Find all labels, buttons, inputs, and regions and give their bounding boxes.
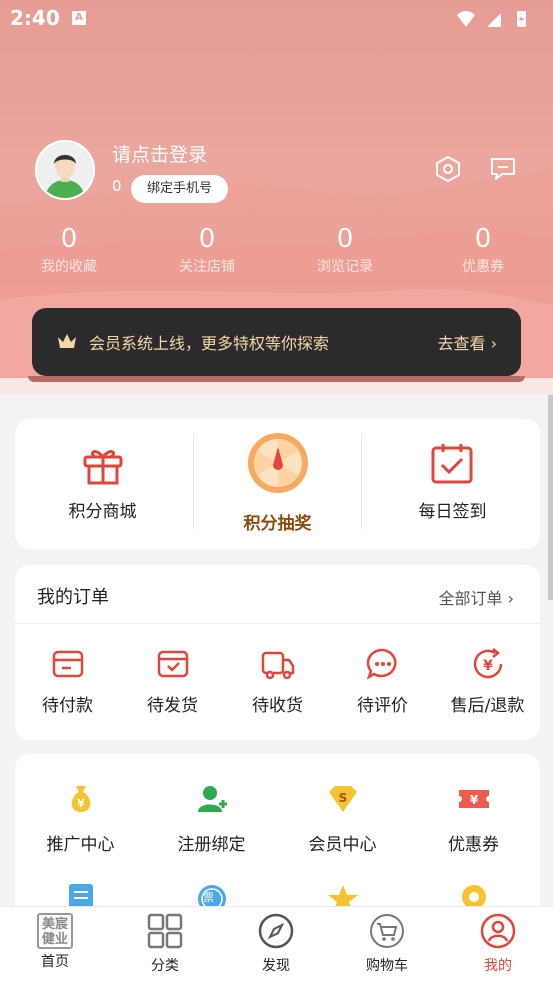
settings-icon[interactable] (433, 154, 463, 184)
status-icons (457, 11, 526, 27)
stat-favorites[interactable]: 0 我的收藏 (0, 222, 138, 278)
money-bag-icon: ¥ (71, 786, 90, 812)
order-label: 待收货 (252, 696, 303, 716)
diamond-icon: S (328, 786, 357, 812)
wifi-icon (457, 11, 475, 27)
member-center-button[interactable]: S 会员中心 (277, 782, 408, 855)
login-prompt[interactable]: 请点击登录 (112, 140, 207, 167)
featured-label: 积分商城 (68, 502, 137, 522)
cart-icon (370, 914, 404, 948)
orders-card: 我的订单 全部订单 › 待付款 待发货 待收货 待评价 ¥ 售后/退款 (15, 565, 540, 740)
divider (361, 433, 362, 529)
promotion-center-button[interactable]: ¥ 推广中心 (15, 782, 146, 855)
stat-label: 浏览记录 (317, 259, 373, 275)
tool-label: 会员中心 (308, 835, 377, 855)
tab-label: 首页 (41, 954, 69, 970)
ticket-icon: ¥ (458, 790, 489, 808)
avatar[interactable] (35, 140, 95, 200)
svg-text:S: S (338, 791, 347, 805)
calendar-check-icon (431, 444, 473, 484)
svg-text:¥: ¥ (77, 797, 85, 810)
tab-cart[interactable]: 购物车 (332, 913, 442, 975)
svg-text:¥: ¥ (469, 793, 478, 807)
stat-label: 优惠券 (462, 259, 504, 275)
compass-icon (258, 913, 294, 949)
chat-dots-icon (366, 648, 397, 680)
order-label: 待发货 (147, 696, 198, 716)
tab-label: 购物车 (366, 958, 408, 974)
order-pending-payment[interactable]: 待付款 (15, 647, 120, 716)
member-banner-link[interactable]: 去查看 › (437, 330, 497, 354)
signal-icon (487, 13, 501, 27)
points-mall-button[interactable]: 积分商城 (15, 419, 190, 549)
stat-label: 我的收藏 (41, 259, 97, 275)
wallet-icon (52, 650, 83, 678)
member-banner[interactable]: 会员系统上线，更多特权等你探索 去查看 › (28, 308, 525, 382)
chevron-right-icon: › (490, 334, 497, 353)
grid-icon (147, 913, 183, 949)
tab-label: 我的 (484, 958, 512, 974)
a-notification-icon: A (72, 11, 86, 25)
coupon-button[interactable]: ¥ 优惠券 (408, 782, 539, 855)
order-label: 待付款 (42, 696, 93, 716)
tool-label: 优惠券 (448, 835, 499, 855)
stat-followed-shops[interactable]: 0 关注店铺 (138, 222, 276, 278)
stat-value: 0 (336, 224, 354, 254)
lucky-wheel-icon (248, 433, 308, 493)
tool-label: 推广中心 (46, 835, 115, 855)
order-pending-review[interactable]: 待评价 (330, 647, 435, 716)
invoice-badge: 票 (203, 891, 214, 904)
stat-history[interactable]: 0 浏览记录 (276, 222, 414, 278)
orders-title: 我的订单 (37, 587, 109, 608)
brand-logo-icon: 美宸健业 (37, 913, 73, 949)
scrollbar[interactable] (548, 395, 553, 600)
crown-icon (58, 334, 76, 348)
user-circle-icon (480, 913, 516, 949)
stat-value: 0 (60, 224, 78, 254)
tab-label: 分类 (151, 958, 179, 974)
gift-icon (83, 450, 123, 485)
stat-coupons[interactable]: 0 优惠券 (414, 222, 552, 278)
status-time: 2:40 (10, 6, 60, 30)
stat-value: 0 (474, 224, 492, 254)
daily-checkin-button[interactable]: 每日签到 (365, 419, 540, 549)
refund-icon: ¥ (473, 648, 502, 679)
package-icon (157, 650, 188, 678)
points-lottery-button[interactable]: 积分抽奖 (190, 419, 365, 549)
tool-label: 注册绑定 (177, 835, 246, 855)
order-label: 待评价 (357, 696, 408, 716)
message-icon[interactable] (488, 154, 518, 184)
tab-mine[interactable]: 我的 (443, 913, 553, 975)
tab-label: 发现 (262, 958, 290, 974)
tab-category[interactable]: 分类 (110, 913, 220, 975)
member-link-label: 去查看 (437, 334, 486, 353)
user-add-icon (197, 786, 227, 812)
tab-home[interactable]: 美宸健业 首页 (0, 913, 110, 971)
order-pending-receipt[interactable]: 待收货 (225, 647, 330, 716)
featured-card: 积分商城 积分抽奖 每日签到 (15, 419, 540, 549)
order-label: 售后/退款 (450, 696, 525, 716)
order-after-sales[interactable]: ¥ 售后/退款 (435, 647, 540, 716)
svg-text:¥: ¥ (483, 658, 493, 674)
points-value: 0 (112, 177, 122, 195)
register-bind-button[interactable]: 注册绑定 (146, 782, 277, 855)
profile-header: 2:40 A 请点击登录 0 绑定手机号 0 我的收藏 0 关注店铺 0 浏览记… (0, 0, 553, 395)
all-orders-label: 全部订单 (438, 589, 503, 608)
featured-label: 积分抽奖 (243, 514, 312, 534)
chevron-right-icon: › (507, 589, 514, 608)
member-banner-text: 会员系统上线，更多特权等你探索 (89, 334, 330, 353)
status-bar: 2:40 A (0, 0, 553, 38)
all-orders-link[interactable]: 全部订单 › (438, 585, 514, 609)
truck-icon (261, 651, 294, 680)
stat-value: 0 (198, 224, 216, 254)
stats-row: 0 我的收藏 0 关注店铺 0 浏览记录 0 优惠券 (0, 222, 553, 287)
stat-label: 关注店铺 (179, 259, 235, 275)
order-pending-shipment[interactable]: 待发货 (120, 647, 225, 716)
bind-phone-button[interactable]: 绑定手机号 (131, 175, 228, 203)
featured-label: 每日签到 (418, 502, 487, 522)
bottom-tab-bar: 美宸健业 首页 分类 发现 购物车 我的 (0, 906, 553, 984)
tab-discover[interactable]: 发现 (221, 913, 331, 975)
divider (15, 623, 540, 624)
